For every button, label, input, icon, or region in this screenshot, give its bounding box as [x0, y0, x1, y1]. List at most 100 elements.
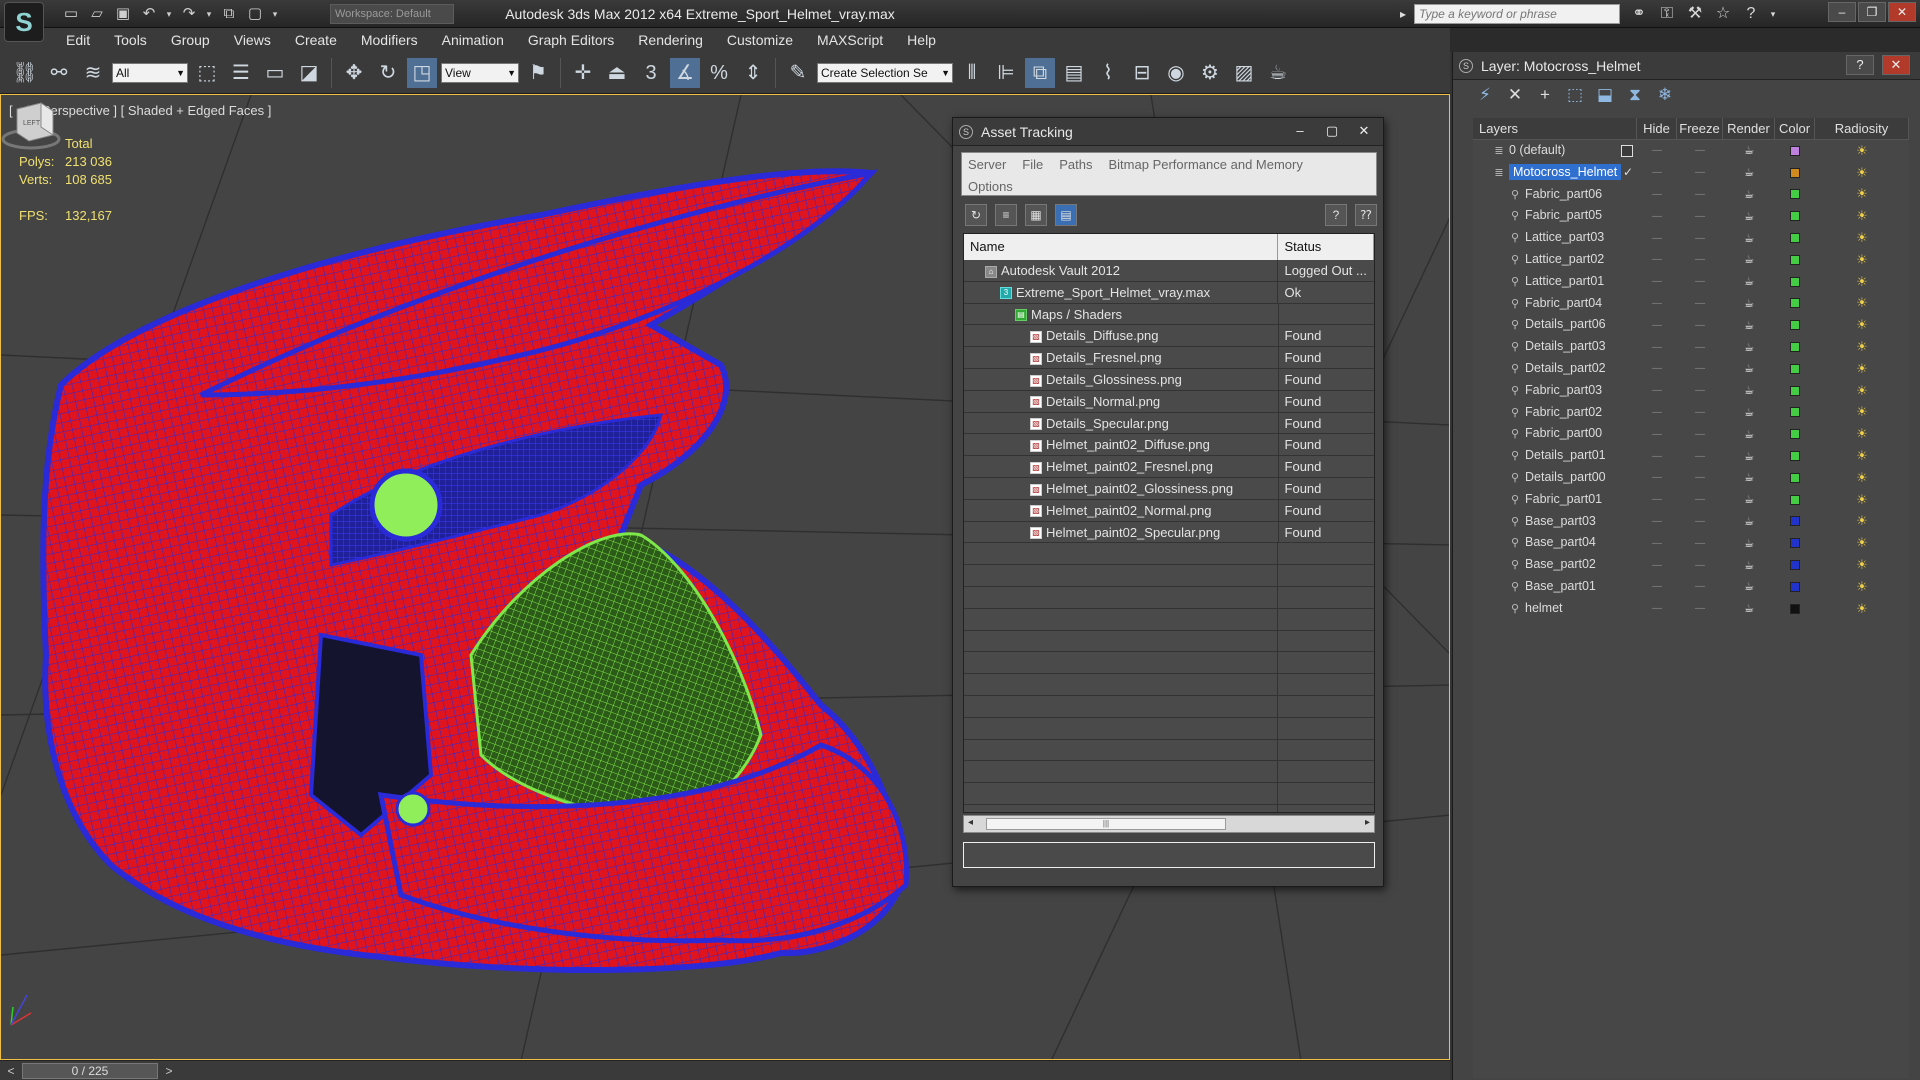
reference-coordinate-dropdown[interactable]: View ▼: [441, 62, 519, 83]
hide-toggle[interactable]: —: [1637, 167, 1677, 178]
create-layer-icon[interactable]: ⚡: [1475, 85, 1495, 105]
freeze-toggle[interactable]: —: [1677, 494, 1723, 505]
snap-toggle-icon[interactable]: 3: [636, 58, 666, 88]
hide-toggle[interactable]: —: [1637, 342, 1677, 353]
layer-row[interactable]: ⚲ Lattice_part02— — ☕ ☀: [1473, 249, 1909, 271]
time-next-button[interactable]: >: [160, 1062, 178, 1080]
layer-name-cell[interactable]: ⚲ Fabric_part00: [1473, 423, 1637, 445]
layer-name-cell[interactable]: ⚲ helmet: [1473, 598, 1637, 620]
help-dropdown-icon[interactable]: ▾: [1768, 3, 1778, 25]
radiosity-icon[interactable]: ☀: [1815, 317, 1909, 333]
layer-name-cell[interactable]: ⚲ Base_part01: [1473, 576, 1637, 598]
layer-row[interactable]: ⚲ Fabric_part05— — ☕ ☀: [1473, 205, 1909, 227]
asset-menu-item[interactable]: Server: [968, 157, 1006, 172]
layer-color-swatch[interactable]: [1775, 320, 1815, 331]
layer-name-cell[interactable]: ⚲ Fabric_part02: [1473, 402, 1637, 424]
hide-toggle[interactable]: —: [1637, 385, 1677, 396]
column-header-layers[interactable]: Layers: [1473, 118, 1637, 139]
communication-icon[interactable]: ⚒: [1684, 3, 1706, 25]
radiosity-icon[interactable]: ☀: [1815, 252, 1909, 268]
layer-name-cell[interactable]: ⚲ Lattice_part02: [1473, 249, 1637, 271]
mirror-icon[interactable]: ⫴: [957, 58, 987, 88]
layer-name-cell[interactable]: ≣ 0 (default): [1473, 140, 1637, 162]
table-row[interactable]: ⌂ Autodesk Vault 2012 Logged Out ...: [964, 260, 1374, 282]
restore-button[interactable]: ❐: [1858, 2, 1886, 22]
list-view-icon[interactable]: ≡: [995, 204, 1017, 226]
layer-color-swatch[interactable]: [1775, 494, 1815, 505]
graphite-tools-icon[interactable]: ▤: [1059, 58, 1089, 88]
table-row[interactable]: ▧ Helmet_paint02_Fresnel.png Found: [964, 456, 1374, 478]
layer-color-swatch[interactable]: [1775, 429, 1815, 440]
freeze-toggle[interactable]: —: [1677, 516, 1723, 527]
freeze-toggle[interactable]: —: [1677, 581, 1723, 592]
render-teapot-icon[interactable]: ☕: [1723, 580, 1775, 593]
hide-toggle[interactable]: —: [1637, 276, 1677, 287]
subscription-key-icon[interactable]: ⚿: [1656, 3, 1678, 25]
rotate-icon[interactable]: ↻: [373, 58, 403, 88]
search-input[interactable]: Type a keyword or phrase: [1414, 4, 1620, 24]
render-teapot-icon[interactable]: ☕: [1723, 297, 1775, 310]
render-teapot-icon[interactable]: ☕: [1723, 232, 1775, 245]
freeze-toggle[interactable]: —: [1677, 385, 1723, 396]
angle-snap-icon[interactable]: ∡: [670, 57, 700, 88]
render-teapot-icon[interactable]: ☕: [1723, 210, 1775, 223]
layer-name-cell[interactable]: ⚲ Base_part04: [1473, 532, 1637, 554]
layer-row[interactable]: ⚲ Fabric_part01— — ☕ ☀: [1473, 489, 1909, 511]
favorites-star-icon[interactable]: ☆: [1712, 3, 1734, 25]
hide-toggle[interactable]: —: [1637, 189, 1677, 200]
schematic-view-icon[interactable]: ⊟: [1127, 58, 1157, 88]
hide-toggle[interactable]: —: [1637, 320, 1677, 331]
close-button[interactable]: ✕: [1882, 55, 1910, 75]
table-row[interactable]: [964, 543, 1374, 566]
radiosity-icon[interactable]: ☀: [1815, 143, 1909, 159]
menu-rendering[interactable]: Rendering: [626, 28, 715, 52]
menu-create[interactable]: Create: [283, 28, 349, 52]
layer-row[interactable]: ⚲ Details_part06— — ☕ ☀: [1473, 314, 1909, 336]
freeze-toggle[interactable]: —: [1677, 538, 1723, 549]
render-teapot-icon[interactable]: ☕: [1723, 275, 1775, 288]
layer-row[interactable]: ⚲ Base_part01— — ☕ ☀: [1473, 576, 1909, 598]
selection-filter-dropdown[interactable]: All ▼: [112, 62, 188, 83]
layer-name-cell[interactable]: ⚲ Details_part03: [1473, 336, 1637, 358]
help-icon[interactable]: ?: [1740, 3, 1762, 25]
table-row[interactable]: ▧ Details_Glossiness.png Found: [964, 368, 1374, 391]
render-teapot-icon[interactable]: ☕: [1723, 253, 1775, 266]
column-header-radiosity[interactable]: Radiosity: [1815, 118, 1909, 139]
column-header-hide[interactable]: Hide: [1637, 118, 1677, 139]
render-teapot-icon[interactable]: ☕: [1723, 166, 1775, 179]
table-row[interactable]: [964, 783, 1374, 805]
freeze-toggle[interactable]: —: [1677, 320, 1723, 331]
layer-color-swatch[interactable]: [1775, 603, 1815, 614]
hide-toggle[interactable]: —: [1637, 429, 1677, 440]
radiosity-icon[interactable]: ☀: [1815, 601, 1909, 617]
hide-toggle[interactable]: —: [1637, 233, 1677, 244]
layer-name-cell[interactable]: ⚲ Fabric_part01: [1473, 489, 1637, 511]
radiosity-icon[interactable]: ☀: [1815, 361, 1909, 377]
percent-snap-icon[interactable]: %: [704, 58, 734, 88]
freeze-toggle[interactable]: —: [1677, 145, 1723, 156]
unlink-icon[interactable]: ⚯: [44, 58, 74, 88]
highlight-selected-icon[interactable]: ⬓: [1595, 85, 1615, 105]
freeze-toggle[interactable]: —: [1677, 451, 1723, 462]
menu-animation[interactable]: Animation: [430, 28, 516, 52]
layer-row[interactable]: ⚲ Fabric_part03— — ☕ ☀: [1473, 380, 1909, 402]
layer-name-cell[interactable]: ⚲ Base_part03: [1473, 511, 1637, 533]
hide-toggle[interactable]: —: [1637, 472, 1677, 483]
freeze-toggle[interactable]: —: [1677, 233, 1723, 244]
freeze-toggle[interactable]: —: [1677, 429, 1723, 440]
current-layer-checkbox[interactable]: [1621, 145, 1633, 157]
layer-row[interactable]: ≣ Motocross_Helmet ✓ — — ☕ ☀: [1473, 162, 1909, 184]
layer-color-swatch[interactable]: [1775, 560, 1815, 571]
freeze-toggle[interactable]: —: [1677, 254, 1723, 265]
layer-color-swatch[interactable]: [1775, 298, 1815, 309]
hide-toggle[interactable]: —: [1637, 211, 1677, 222]
table-row[interactable]: ▧ Details_Diffuse.png Found: [964, 325, 1374, 348]
add-to-layer-icon[interactable]: +: [1535, 85, 1555, 105]
hide-toggle[interactable]: —: [1637, 516, 1677, 527]
table-row[interactable]: [964, 717, 1374, 740]
radiosity-icon[interactable]: ☀: [1815, 426, 1909, 442]
layer-name-cell[interactable]: ⚲ Details_part02: [1473, 358, 1637, 380]
move-icon[interactable]: ✥: [339, 58, 369, 88]
asset-tracking-title-bar[interactable]: S Asset Tracking – ▢ ✕: [953, 118, 1383, 146]
radiosity-icon[interactable]: ☀: [1815, 230, 1909, 246]
